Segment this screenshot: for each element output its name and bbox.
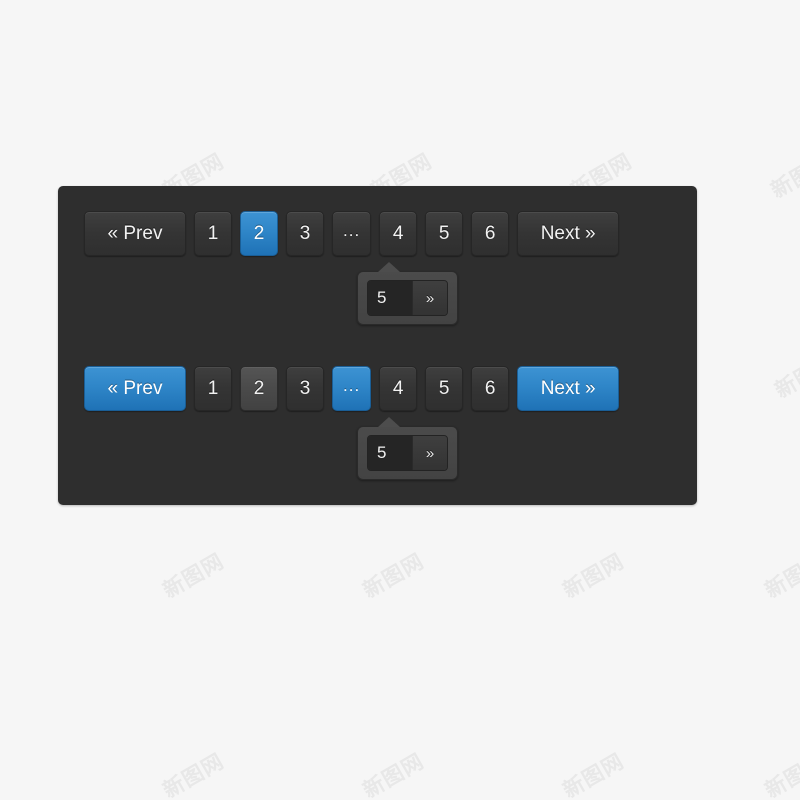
page-button-label: 2: [253, 378, 265, 399]
watermark: 新图网: [358, 548, 429, 603]
watermark: 新图网: [760, 748, 800, 800]
prev-button[interactable]: « Prev: [84, 211, 186, 256]
page-button-label: 2: [253, 223, 265, 244]
pagination-default: « Prev 1 2 3 ... 4 5 6 Next »: [84, 211, 620, 256]
page-jump-go-button[interactable]: »: [412, 281, 447, 315]
ellipsis-label: ...: [343, 376, 361, 395]
pagination-panel: « Prev 1 2 3 ... 4 5 6 Next » 5 » « Prev…: [58, 186, 697, 505]
page-button-label: 4: [392, 378, 404, 399]
next-button-label: Next »: [540, 223, 596, 244]
watermark: 新图网: [760, 548, 800, 603]
watermark: 新图网: [158, 748, 229, 800]
screenshot-canvas: 新图网 新图网 新图网 新图网 新图网 新图网 新图网 新图网 新图网 新图网 …: [0, 0, 800, 800]
page-button-label: 5: [438, 223, 450, 244]
watermark: 新图网: [770, 348, 800, 403]
page-button-label: 1: [207, 378, 219, 399]
ellipsis-button[interactable]: ...: [332, 366, 372, 411]
watermark: 新图网: [766, 148, 800, 203]
page-jump-go-label: »: [425, 444, 435, 462]
watermark: 新图网: [558, 748, 629, 800]
prev-button-label: « Prev: [107, 223, 163, 244]
page-button-4[interactable]: 4: [379, 366, 418, 411]
next-button-label: Next »: [540, 378, 596, 399]
page-button-2-hover[interactable]: 2: [240, 366, 278, 411]
next-button[interactable]: Next »: [517, 211, 620, 256]
watermark: 新图网: [358, 748, 429, 800]
page-button-2-current[interactable]: 2: [240, 211, 278, 256]
page-jump-group: »: [367, 280, 448, 316]
page-button-6[interactable]: 6: [471, 211, 510, 256]
page-jump-go-label: »: [425, 289, 435, 307]
page-button-label: 4: [392, 223, 404, 244]
popup-arrow-icon: [378, 262, 400, 272]
prev-button[interactable]: « Prev: [84, 366, 186, 411]
page-button-label: 6: [484, 223, 496, 244]
ellipsis-button[interactable]: ...: [332, 211, 372, 256]
prev-button-label: « Prev: [107, 378, 163, 399]
pagination-hover: « Prev 1 2 3 ... 4 5 6 Next »: [84, 366, 620, 411]
page-jump-popup: »: [357, 417, 458, 480]
page-button-1[interactable]: 1: [194, 366, 232, 411]
page-jump-group: »: [367, 435, 448, 471]
page-button-label: 3: [299, 378, 311, 399]
page-button-5[interactable]: 5: [425, 366, 464, 411]
page-button-6[interactable]: 6: [471, 366, 510, 411]
page-button-4[interactable]: 4: [379, 211, 418, 256]
page-jump-go-button[interactable]: »: [412, 436, 447, 470]
ellipsis-label: ...: [343, 221, 361, 240]
popup-arrow-icon: [378, 417, 400, 427]
page-jump-input[interactable]: [368, 281, 412, 315]
page-button-label: 3: [299, 223, 311, 244]
page-button-label: 6: [484, 378, 496, 399]
page-button-1[interactable]: 1: [194, 211, 232, 256]
watermark: 新图网: [558, 548, 629, 603]
page-jump-popup: »: [357, 262, 458, 325]
next-button[interactable]: Next »: [517, 366, 620, 411]
watermark: 新图网: [158, 548, 229, 603]
page-button-5[interactable]: 5: [425, 211, 464, 256]
page-jump-input[interactable]: [368, 436, 412, 470]
page-button-3[interactable]: 3: [286, 366, 324, 411]
page-button-3[interactable]: 3: [286, 211, 324, 256]
page-button-label: 1: [207, 223, 219, 244]
page-button-label: 5: [438, 378, 450, 399]
